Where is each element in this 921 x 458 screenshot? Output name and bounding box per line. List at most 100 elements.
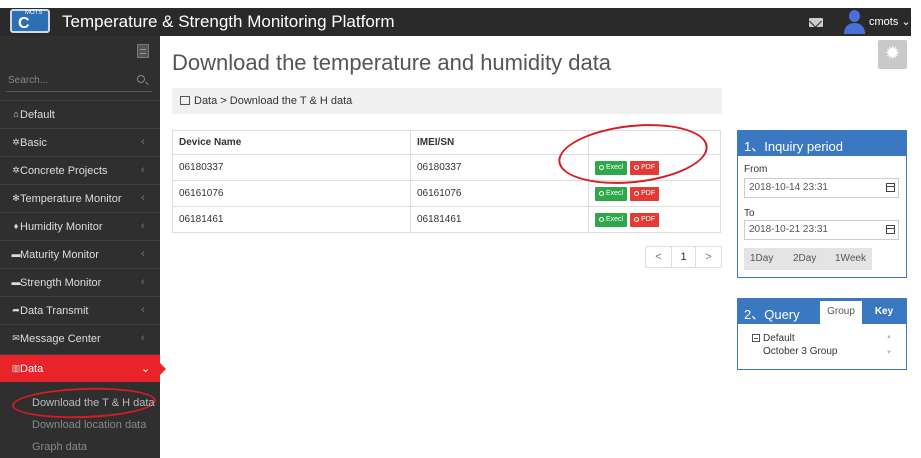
from-date-field[interactable]: 2018-10-14 23:31 (744, 178, 899, 198)
sidebar-item-basic[interactable]: ✲ Basic ‹ (0, 128, 160, 156)
page-number-button[interactable]: 1 (671, 247, 696, 267)
tree-node-default[interactable]: Default (763, 333, 795, 344)
gear-icon: ✹ (884, 43, 901, 63)
table-row: 06161076 06161076 Execl PDF (172, 180, 721, 207)
range-button-group: 1Day 2Day 1Week (744, 248, 872, 270)
from-label: From (744, 164, 768, 175)
app-logo[interactable]: MOTS C (10, 9, 50, 33)
download-icon (599, 216, 604, 222)
sidebar-item-message-center[interactable]: ✉ Message Center ‹ (0, 324, 160, 352)
bar-chart-icon (180, 96, 190, 105)
sidebar-item-label: Data Transmit (20, 305, 89, 317)
sidebar-item-label: Basic (20, 137, 47, 149)
sidebar-item-label: Data (20, 363, 44, 375)
app-title: Temperature & Strength Monitoring Platfo… (62, 12, 395, 31)
tab-key[interactable]: Key (865, 301, 903, 324)
search-icon[interactable] (137, 75, 145, 83)
to-date-value: 2018-10-21 23:31 (749, 224, 828, 235)
envelope-icon[interactable] (809, 18, 823, 27)
to-label: To (744, 208, 755, 219)
chevron-left-icon: ‹ (141, 136, 145, 148)
sidebar-subitem-download-location[interactable]: Download location data (32, 419, 146, 431)
sidebar-item-label: Message Center (20, 333, 101, 345)
excel-download-button[interactable]: Execl (595, 212, 628, 227)
prev-page-button[interactable]: < (646, 247, 671, 267)
settings-button[interactable]: ✹ (878, 40, 907, 69)
imei-cell: 06181461 (410, 206, 589, 233)
sidebar-item-label: Temperature Monitor (20, 193, 122, 205)
scrollbar[interactable]: ▲ ▼ (886, 333, 892, 365)
excel-label: Execl (606, 215, 624, 223)
pagination: < 1 > (645, 246, 722, 268)
sidebar-item-label: Maturity Monitor (20, 249, 99, 261)
sidebar-item-maturity-monitor[interactable]: ▬ Maturity Monitor ‹ (0, 240, 160, 268)
excel-label: Execl (606, 189, 624, 197)
logo-letter: C (18, 15, 30, 32)
calendar-icon[interactable] (886, 225, 895, 234)
chevron-left-icon: ‹ (141, 276, 145, 288)
tab-group[interactable]: Group (820, 301, 862, 324)
excel-download-button[interactable]: Execl (595, 186, 628, 201)
panel-header: 1、Inquiry period (738, 131, 906, 156)
sidebar-item-label: Strength Monitor (20, 277, 102, 289)
range-1week-button[interactable]: 1Week (835, 253, 866, 264)
chevron-left-icon: ‹ (141, 248, 145, 260)
device-name-cell: 06161076 (172, 180, 411, 207)
breadcrumb: Data > Download the T & H data (172, 88, 722, 114)
imei-cell: 06161076 (410, 180, 589, 207)
user-menu[interactable]: cmots ⌄ (869, 15, 911, 28)
inquiry-period-panel: 1、Inquiry period From 2018-10-14 23:31 T… (737, 130, 907, 278)
sidebar-item-strength-monitor[interactable]: ▬ Strength Monitor ‹ (0, 268, 160, 296)
sidebar-item-humidity-monitor[interactable]: ♦ Humidity Monitor ‹ (0, 212, 160, 240)
sidebar-item-data-transmit[interactable]: ➦ Data Transmit ‹ (0, 296, 160, 324)
column-header-device-name: Device Name (172, 130, 411, 155)
sidebar-subitem-graph-data[interactable]: Graph data (32, 441, 87, 453)
chevron-left-icon: ‹ (141, 220, 145, 232)
avatar-head (849, 10, 860, 22)
pdf-download-button[interactable]: PDF (630, 186, 660, 201)
pdf-label: PDF (641, 215, 656, 223)
from-date-value: 2018-10-14 23:31 (749, 182, 828, 193)
actions-cell: Execl PDF (588, 180, 721, 207)
top-bar: MOTS C Temperature & Strength Monitoring… (0, 8, 911, 36)
panel-header: 2、Query Group Key (738, 299, 906, 324)
panel-title: 2、Query (744, 307, 800, 322)
search-input[interactable] (6, 70, 126, 90)
avatar[interactable] (844, 8, 865, 34)
sidebar-item-concrete-projects[interactable]: ✲ Concrete Projects ‹ (0, 156, 160, 184)
table-row: 06181461 06181461 Execl PDF (172, 206, 721, 233)
app-window: MOTS C Temperature & Strength Monitoring… (0, 0, 921, 458)
tree-node-group[interactable]: October 3 Group (763, 346, 837, 357)
breadcrumb-text: Data > Download the T & H data (194, 95, 353, 107)
sidebar-item-data[interactable]: ▥ Data ⌄ (0, 354, 166, 382)
chevron-left-icon: ‹ (141, 164, 145, 176)
sidebar-item-label: Default (20, 109, 55, 121)
page-title: Download the temperature and humidity da… (172, 50, 612, 75)
next-page-button[interactable]: > (696, 247, 721, 267)
device-name-cell: 06181461 (172, 206, 411, 233)
query-panel: 2、Query Group Key Default October 3 Grou… (737, 298, 907, 370)
collapse-icon[interactable] (752, 334, 760, 342)
menu-toggle-icon[interactable] (137, 44, 149, 58)
sidebar-item-label: Concrete Projects (20, 165, 108, 177)
chevron-down-icon: ⌄ (141, 363, 151, 375)
range-2day-button[interactable]: 2Day (793, 253, 816, 264)
panel-title: 1、Inquiry period (744, 139, 843, 154)
sidebar-item-default[interactable]: ⌂ Default (0, 100, 160, 128)
sidebar-search (6, 70, 152, 92)
download-icon (599, 190, 604, 196)
actions-cell: Execl PDF (588, 206, 721, 233)
chevron-left-icon: ‹ (141, 192, 145, 204)
sidebar-subitem-download-th[interactable]: Download the T & H data (32, 397, 155, 409)
calendar-icon[interactable] (886, 183, 895, 192)
chevron-left-icon: ‹ (141, 332, 145, 344)
download-icon (634, 216, 640, 222)
pdf-download-button[interactable]: PDF (630, 212, 660, 227)
pdf-label: PDF (641, 189, 656, 197)
sidebar-item-temperature-monitor[interactable]: ✻ Temperature Monitor ‹ (0, 184, 160, 212)
avatar-body (844, 23, 865, 34)
to-date-field[interactable]: 2018-10-21 23:31 (744, 220, 899, 240)
sidebar: ⌂ Default ✲ Basic ‹ ✲ Concrete Projects … (0, 36, 166, 458)
chevron-left-icon: ‹ (141, 304, 145, 316)
range-1day-button[interactable]: 1Day (750, 253, 773, 264)
